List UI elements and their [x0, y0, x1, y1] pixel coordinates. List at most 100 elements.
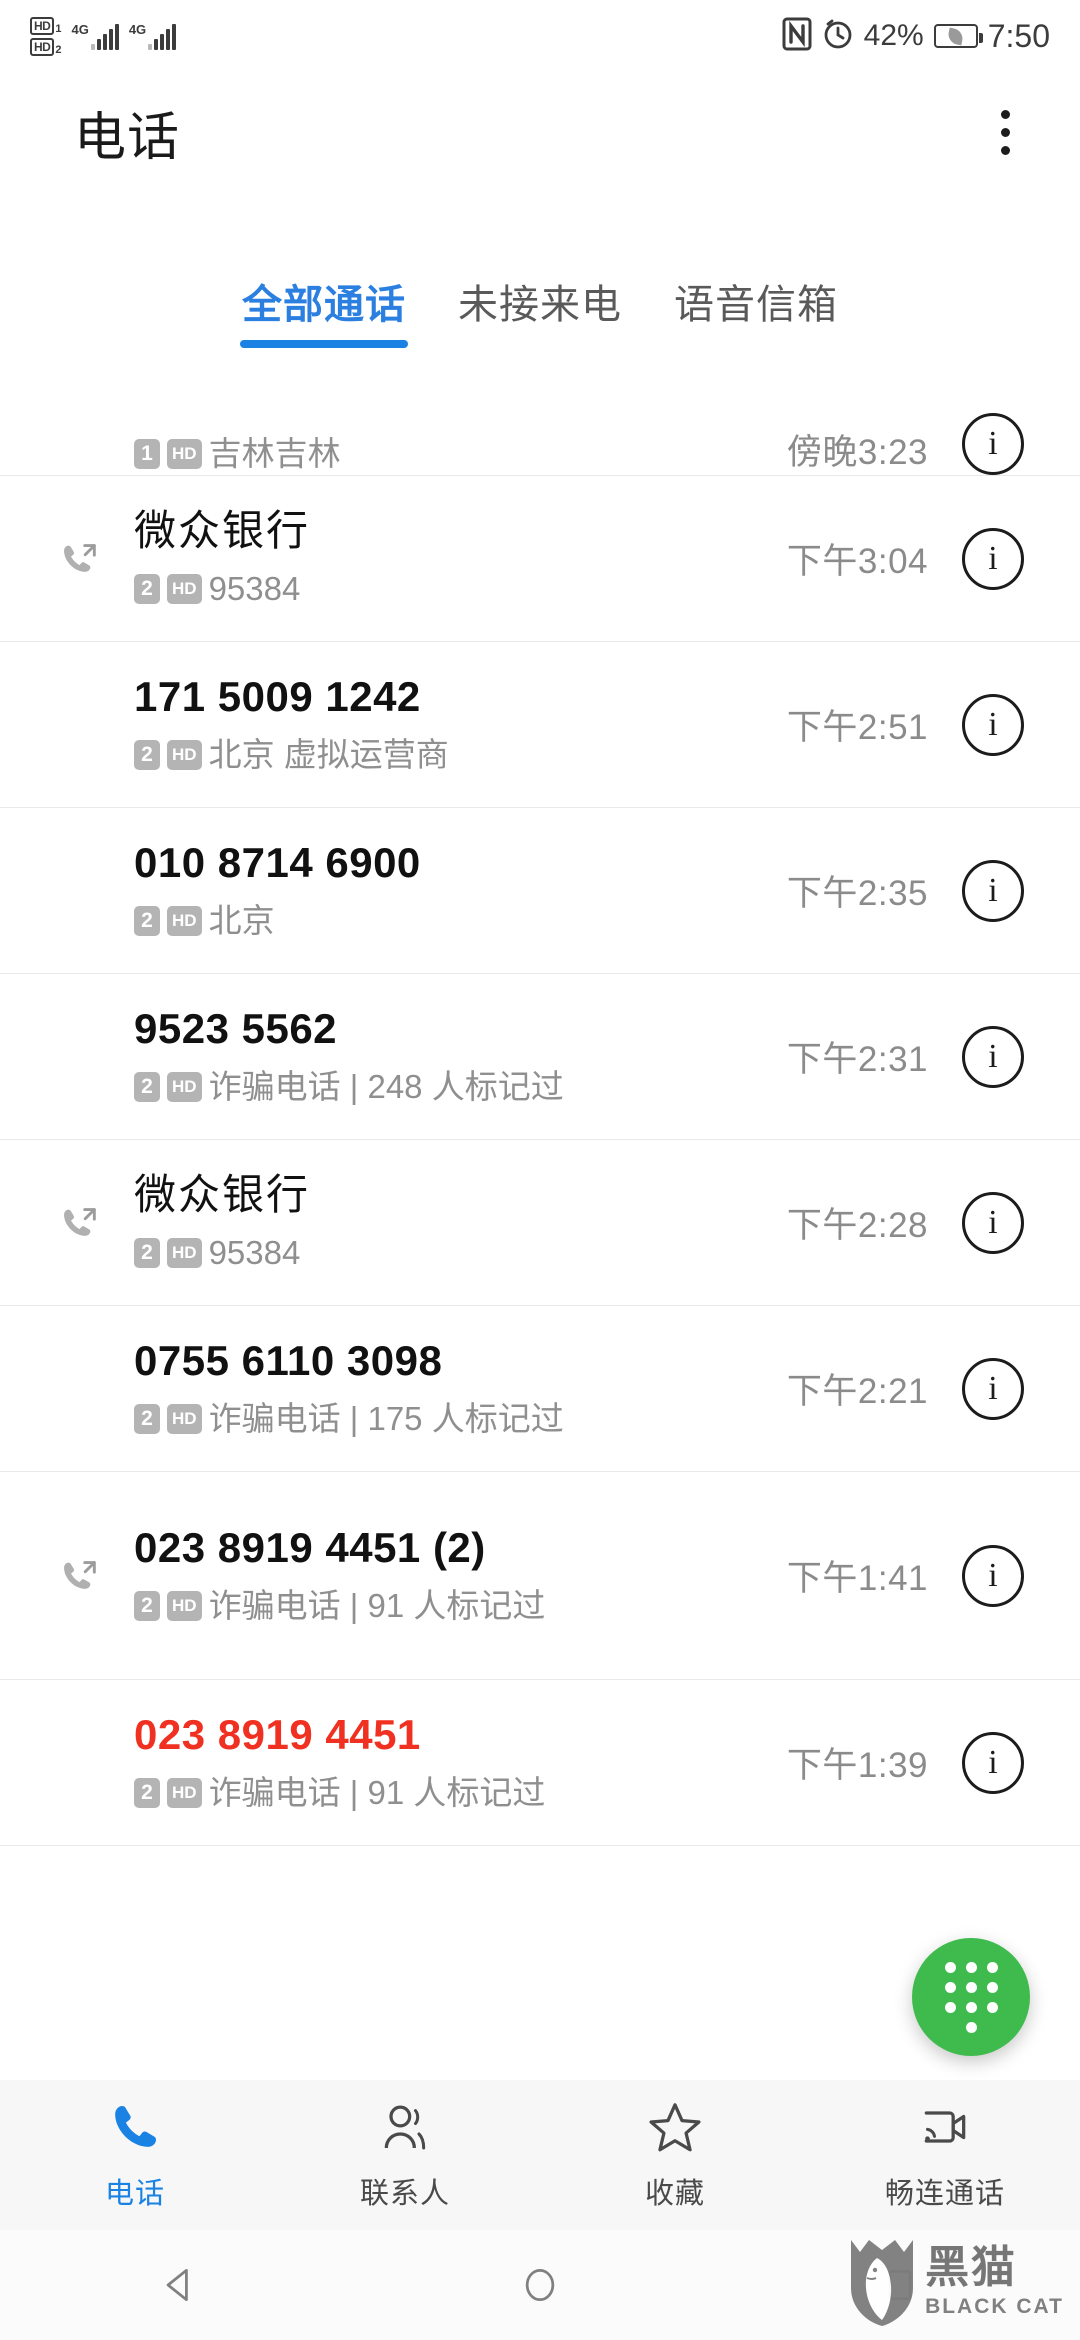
- call-log-row-subtitle: 2 HD 诈骗电话 | 91 人标记过: [134, 1585, 773, 1627]
- phone-app-screen: HD 1 HD 2 4G 4G 42% 7:50 电话 全部通话 未接来电 语音…: [0, 0, 1080, 2340]
- signal-sim2: 4G: [128, 21, 177, 50]
- call-log-row-time: 下午2:21: [786, 1372, 928, 1411]
- call-log-row-main: 171 5009 1242 2 HD 北京 虚拟运营商: [134, 673, 787, 776]
- nav-item-phone[interactable]: 电话: [0, 2099, 270, 2212]
- nav-item-video-call-label: 畅连通话: [884, 2177, 1005, 2210]
- tab-all-calls-label: 全部通话: [242, 283, 406, 327]
- tab-missed-calls-label: 未接来电: [458, 283, 622, 327]
- call-log-row-subtitle-text: 95384: [208, 1233, 301, 1271]
- nav-item-favorites[interactable]: 收藏: [540, 2099, 810, 2212]
- call-log-row-main: 0755 6110 3098 2 HD 诈骗电话 | 175 人标记过: [134, 1337, 787, 1440]
- back-triangle-icon[interactable]: [0, 2263, 360, 2307]
- nav-item-video-call[interactable]: 畅连通话: [810, 2099, 1080, 2212]
- call-log-row[interactable]: 9523 5562 2 HD 诈骗电话 | 248 人标记过 下午2:31 i: [0, 974, 1080, 1140]
- watermark-cn-label: 黑猫: [925, 2242, 1018, 2292]
- call-log-row-subtitle: 2 HD 95384: [134, 568, 773, 610]
- call-log-row[interactable]: 171 5009 1242 2 HD 北京 虚拟运营商 下午2:51 i: [0, 642, 1080, 808]
- hd-badge: HD: [167, 905, 202, 936]
- call-log-row-title: 023 8919 4451: [134, 1711, 421, 1759]
- page-title: 电话: [74, 108, 181, 167]
- call-log-row-title: 010 8714 6900: [134, 839, 421, 887]
- call-log-row-subtitle: 2 HD 95384: [134, 1232, 773, 1274]
- call-log-row-title: 微众银行: [134, 507, 311, 555]
- hd-badge: HD: [167, 1071, 202, 1102]
- sim-slot-badge: 2: [134, 1777, 160, 1808]
- status-bar: HD 1 HD 2 4G 4G 42% 7:50: [0, 0, 1080, 72]
- outgoing-call-icon: [56, 536, 134, 582]
- video-call-icon: [917, 2099, 973, 2160]
- call-log-row-main: 010 8714 6900 2 HD 北京: [134, 839, 787, 942]
- star-icon: [647, 2099, 703, 2160]
- call-log-row-subtitle-text: 吉林吉林: [208, 434, 341, 472]
- home-circle-icon[interactable]: [360, 2263, 720, 2307]
- nav-item-phone-label: 电话: [104, 2177, 165, 2210]
- outgoing-call-icon: [56, 1553, 134, 1599]
- call-log-row-title: 微众银行: [134, 1171, 311, 1219]
- call-log-row-title: 9523 5562: [134, 1005, 338, 1053]
- tab-voicemail[interactable]: 语音信箱: [670, 272, 842, 348]
- call-log-row-time: 下午2:51: [786, 708, 928, 747]
- network-type-sim2: 4G: [128, 21, 147, 37]
- phone-icon: [107, 2099, 163, 2160]
- call-log-row[interactable]: 1 HD 吉林吉林 傍晚3:23 i: [0, 368, 1080, 476]
- tab-all-calls[interactable]: 全部通话: [238, 272, 410, 348]
- call-details-info-button[interactable]: i: [962, 1025, 1024, 1088]
- call-log-row-time: 下午2:31: [786, 1040, 928, 1079]
- nav-item-contacts[interactable]: 联系人: [270, 2099, 540, 2212]
- call-log-row-subtitle-text: 北京: [208, 901, 275, 939]
- call-log-row-time: 下午1:39: [786, 1746, 928, 1785]
- tab-active-underline: [240, 340, 408, 348]
- call-details-info-button[interactable]: i: [962, 527, 1024, 590]
- dialpad-fab-button[interactable]: [912, 1938, 1030, 2056]
- call-log-row-main: 微众银行 2 HD 95384: [134, 1171, 787, 1274]
- call-log-row-subtitle-text: 诈骗电话 | 175 人标记过: [208, 1399, 564, 1437]
- black-cat-shield-icon: [847, 2236, 917, 2328]
- call-log-row[interactable]: 010 8714 6900 2 HD 北京 下午2:35 i: [0, 808, 1080, 974]
- hd-badge: HD: [167, 573, 202, 604]
- call-log-row-title: 023 8919 4451 (2): [134, 1524, 486, 1572]
- hd-badge: HD: [167, 1237, 202, 1268]
- call-log-row-subtitle: 2 HD 北京: [134, 900, 773, 942]
- nfc-icon: [782, 17, 812, 56]
- call-log-row-title: 0755 6110 3098: [134, 1337, 443, 1385]
- tab-bar: 全部通话 未接来电 语音信箱: [0, 272, 1080, 368]
- watermark-en-label: BLACK CAT: [925, 2294, 1064, 2318]
- call-log-list[interactable]: 1 HD 吉林吉林 傍晚3:23 i 微众银行 2 HD 95384 下午3:04 i 171 500…: [0, 368, 1080, 2080]
- black-cat-watermark-text: 黑猫 BLACK CAT: [925, 2242, 1064, 2319]
- hd-sim2-icon: HD 2: [30, 37, 61, 56]
- call-log-row-subtitle: 2 HD 诈骗电话 | 248 人标记过: [134, 1066, 773, 1108]
- bottom-navigation-bar: 电话 联系人 收藏 畅连通话: [0, 2080, 1080, 2230]
- hd-badge: HD: [167, 438, 202, 469]
- call-log-row[interactable]: 023 8919 4451 2 HD 诈骗电话 | 91 人标记过 下午1:39 i: [0, 1680, 1080, 1846]
- signal-bars-sim2-icon: [148, 23, 177, 50]
- call-log-row[interactable]: 微众银行 2 HD 95384 下午2:28 i: [0, 1140, 1080, 1306]
- call-log-row-time: 下午1:41: [786, 1559, 928, 1598]
- hd-badge: HD: [167, 1403, 202, 1434]
- call-log-row-subtitle: 2 HD 北京 虚拟运营商: [134, 734, 773, 776]
- call-log-row[interactable]: 023 8919 4451 (2) 2 HD 诈骗电话 | 91 人标记过 下午1:41…: [0, 1472, 1080, 1680]
- signal-bars-sim1-icon: [90, 23, 119, 50]
- hd-sim2-label: HD: [30, 37, 55, 56]
- call-details-info-button[interactable]: i: [962, 1191, 1024, 1254]
- call-details-info-button[interactable]: i: [962, 1357, 1024, 1420]
- call-log-row-main: 9523 5562 2 HD 诈骗电话 | 248 人标记过: [134, 1005, 787, 1108]
- tab-missed-calls[interactable]: 未接来电: [454, 272, 626, 348]
- call-details-info-button[interactable]: i: [962, 693, 1024, 756]
- app-bar: 电话: [0, 72, 1080, 192]
- call-details-info-button[interactable]: i: [962, 1544, 1024, 1607]
- sim-slot-badge: 2: [134, 1071, 160, 1102]
- call-details-info-button[interactable]: i: [962, 859, 1024, 922]
- hd-sim1-label: HD: [30, 16, 55, 35]
- call-details-info-button[interactable]: i: [962, 1731, 1024, 1794]
- call-log-row[interactable]: 微众银行 2 HD 95384 下午3:04 i: [0, 476, 1080, 642]
- call-log-row-time: 下午3:04: [786, 542, 928, 581]
- call-details-info-button[interactable]: i: [962, 413, 1024, 475]
- kebab-menu-icon[interactable]: [987, 100, 1024, 165]
- call-log-row-subtitle: 2 HD 诈骗电话 | 91 人标记过: [134, 1772, 773, 1814]
- status-bar-left: HD 1 HD 2 4G 4G: [30, 16, 177, 56]
- call-log-row-main: 023 8919 4451 2 HD 诈骗电话 | 91 人标记过: [134, 1711, 787, 1814]
- hd-badge: HD: [167, 1777, 202, 1808]
- call-log-row[interactable]: 0755 6110 3098 2 HD 诈骗电话 | 175 人标记过 下午2:21 i: [0, 1306, 1080, 1472]
- sim-slot-badge: 1: [134, 438, 160, 469]
- call-log-row-subtitle-text: 北京 虚拟运营商: [208, 735, 449, 773]
